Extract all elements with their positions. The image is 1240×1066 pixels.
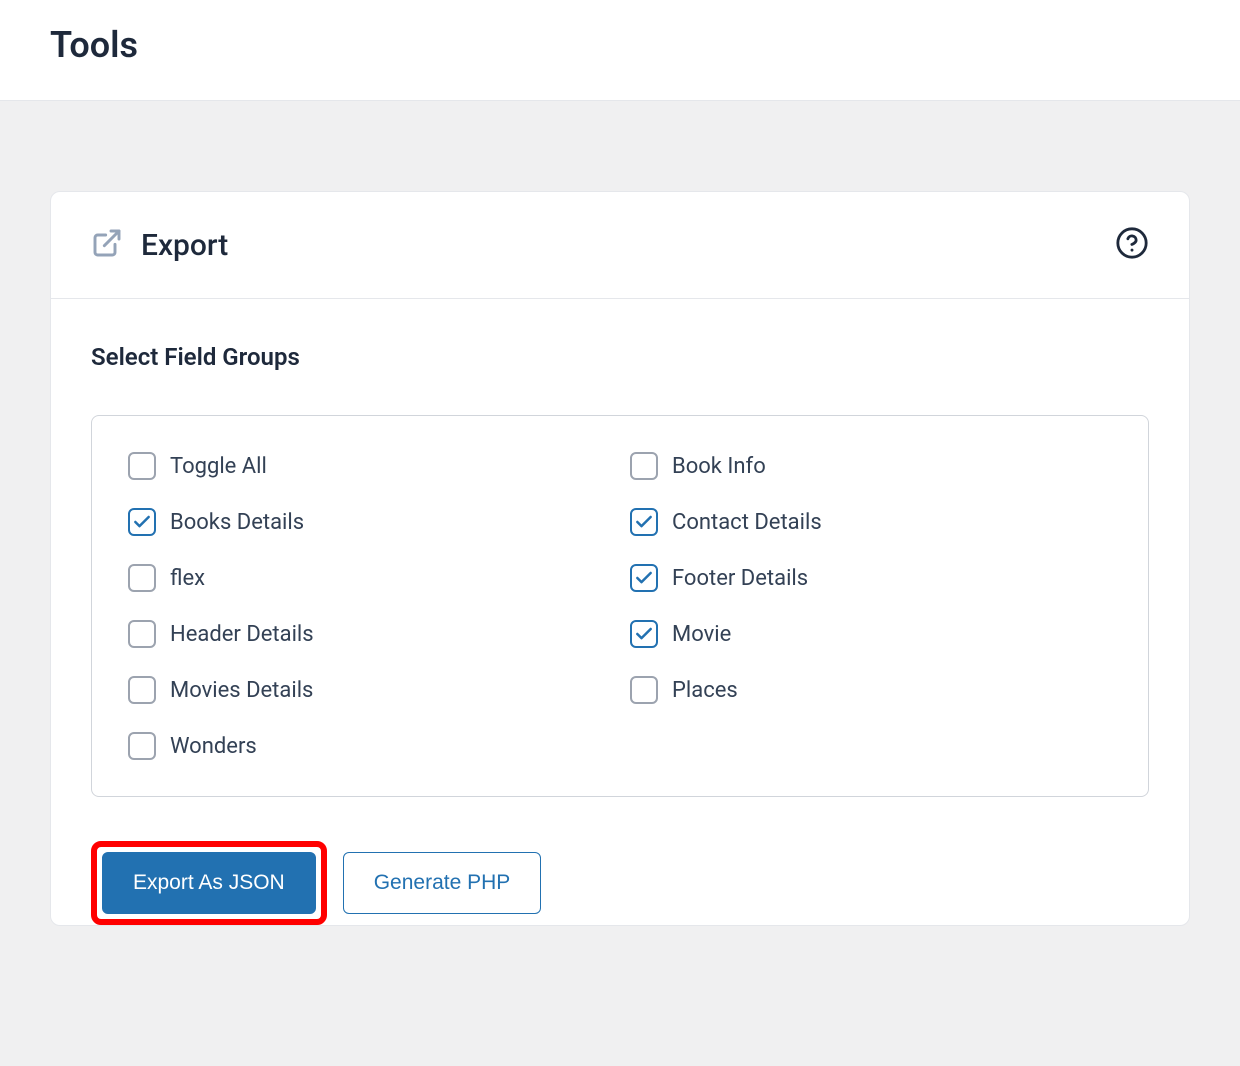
checkbox-row-movie: Movie (630, 620, 1112, 648)
generate-php-button[interactable]: Generate PHP (343, 852, 542, 914)
card-body: Select Field Groups Toggle All (51, 299, 1189, 925)
page-header: Tools (0, 0, 1240, 101)
checkbox-panel: Toggle All Books Details f (91, 415, 1149, 797)
checkbox-header-details[interactable] (128, 620, 156, 648)
export-icon (91, 227, 123, 263)
checkbox-books-details[interactable] (128, 508, 156, 536)
help-icon[interactable] (1115, 226, 1149, 264)
checkbox-col-right: Book Info Contact Details (630, 452, 1112, 760)
card-header-left: Export (91, 227, 1097, 263)
card-header: Export (51, 192, 1189, 299)
checkbox-row-wonders: Wonders (128, 732, 610, 760)
checkbox-label[interactable]: Wonders (170, 734, 257, 759)
card-title: Export (141, 228, 228, 263)
section-label: Select Field Groups (91, 343, 1149, 371)
checkbox-label[interactable]: flex (170, 566, 205, 591)
checkbox-movies-details[interactable] (128, 676, 156, 704)
checkbox-contact-details[interactable] (630, 508, 658, 536)
checkbox-row-books-details: Books Details (128, 508, 610, 536)
checkbox-grid: Toggle All Books Details f (128, 452, 1112, 760)
checkbox-label[interactable]: Movie (672, 622, 731, 647)
export-json-button[interactable]: Export As JSON (102, 852, 316, 914)
checkbox-row-header-details: Header Details (128, 620, 610, 648)
checkbox-places[interactable] (630, 676, 658, 704)
checkbox-movie[interactable] (630, 620, 658, 648)
checkbox-row-footer-details: Footer Details (630, 564, 1112, 592)
checkbox-label[interactable]: Movies Details (170, 678, 313, 703)
checkbox-label[interactable]: Books Details (170, 510, 304, 535)
checkbox-row-toggle-all: Toggle All (128, 452, 610, 480)
export-card: Export Select Field Groups (50, 191, 1190, 926)
checkbox-wonders[interactable] (128, 732, 156, 760)
checkbox-label[interactable]: Places (672, 678, 738, 703)
checkbox-toggle-all[interactable] (128, 452, 156, 480)
checkbox-col-left: Toggle All Books Details f (128, 452, 610, 760)
checkbox-label[interactable]: Toggle All (170, 454, 267, 479)
checkbox-book-info[interactable] (630, 452, 658, 480)
checkbox-row-movies-details: Movies Details (128, 676, 610, 704)
checkbox-label[interactable]: Header Details (170, 622, 314, 647)
checkbox-label[interactable]: Footer Details (672, 566, 808, 591)
checkbox-label[interactable]: Contact Details (672, 510, 822, 535)
checkbox-row-places: Places (630, 676, 1112, 704)
button-row: Export As JSON Generate PHP (91, 841, 1149, 925)
checkbox-row-contact-details: Contact Details (630, 508, 1112, 536)
highlight-box: Export As JSON (91, 841, 327, 925)
checkbox-row-flex: flex (128, 564, 610, 592)
page-title: Tools (50, 24, 1190, 66)
checkbox-row-book-info: Book Info (630, 452, 1112, 480)
content-area: Export Select Field Groups (0, 101, 1240, 966)
checkbox-footer-details[interactable] (630, 564, 658, 592)
checkbox-label[interactable]: Book Info (672, 454, 766, 479)
checkbox-flex[interactable] (128, 564, 156, 592)
